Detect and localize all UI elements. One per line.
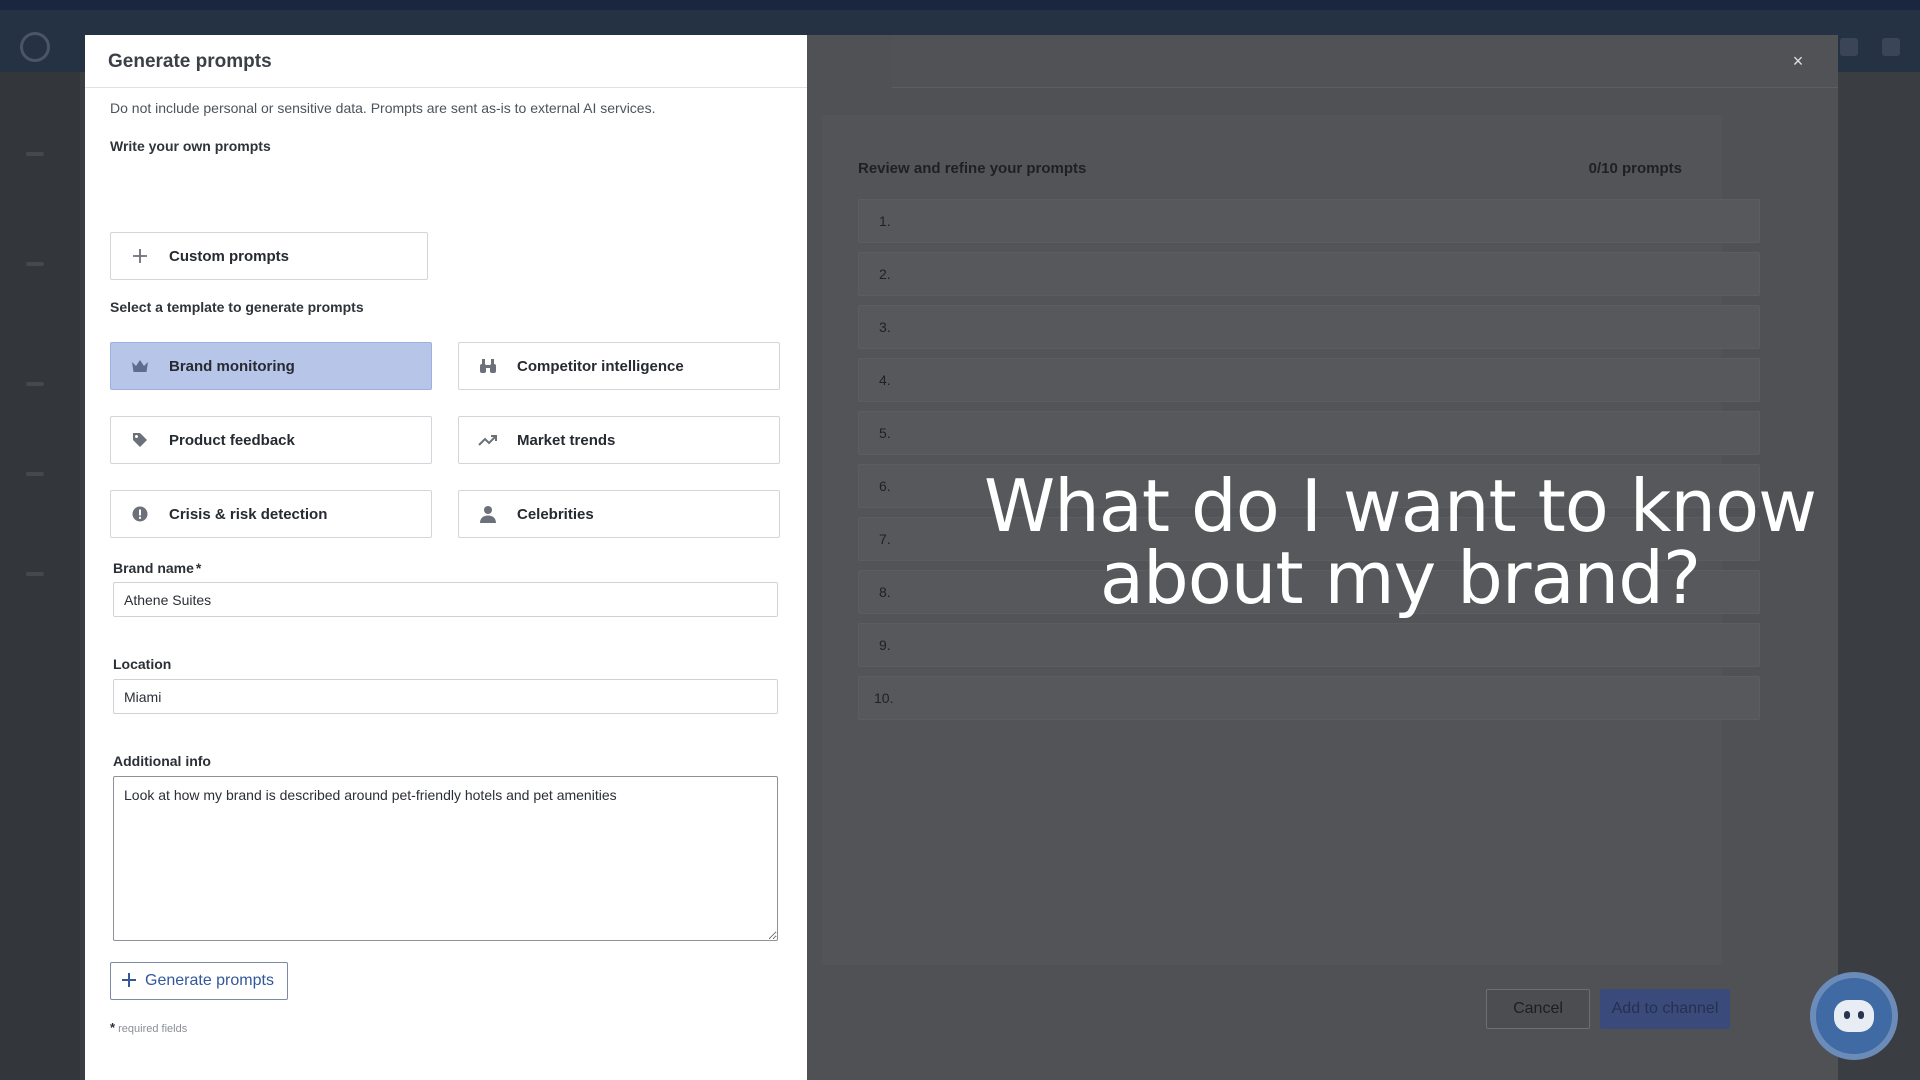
privacy-notice: Do not include personal or sensitive dat…	[110, 100, 656, 116]
plus-icon	[121, 970, 137, 992]
template-label: Market trends	[517, 431, 616, 449]
prompt-row-4[interactable]: 4.	[858, 358, 1760, 402]
review-title: Review and refine your prompts	[858, 160, 1087, 177]
overlay-line-2: about my brand?	[1099, 536, 1701, 620]
prompt-number: 10.	[874, 690, 894, 706]
template-label: Brand monitoring	[169, 357, 295, 375]
topbar-icon	[1840, 38, 1858, 56]
prompt-number: 3.	[879, 319, 891, 335]
required-mark: *	[195, 560, 202, 576]
template-brand-monitoring[interactable]: Brand monitoring	[110, 342, 432, 390]
prompt-number: 8.	[879, 584, 891, 600]
template-label: Crisis & risk detection	[169, 505, 328, 523]
app-sidebar	[0, 72, 80, 1080]
prompt-count: 0/10 prompts	[1588, 160, 1682, 177]
overlay-caption: What do I want to know about my brand?	[890, 470, 1910, 614]
modal-header: Generate prompts	[85, 35, 807, 88]
template-label: Celebrities	[517, 505, 594, 523]
chat-assistant-button[interactable]	[1810, 972, 1898, 1060]
prompt-row-5[interactable]: 5.	[858, 411, 1760, 455]
prompt-number: 9.	[879, 637, 891, 653]
prompt-number: 2.	[879, 266, 891, 282]
add-to-channel-button[interactable]: Add to channel	[1600, 989, 1730, 1029]
prompt-number: 6.	[879, 478, 891, 494]
close-icon[interactable]: ×	[1786, 49, 1810, 73]
generate-form-panel: Generate prompts Do not include personal…	[85, 35, 807, 1080]
sidebar-icon	[26, 572, 44, 576]
prompt-row-3[interactable]: 3.	[858, 305, 1760, 349]
template-product-feedback[interactable]: Product feedback	[110, 416, 432, 464]
overlay-line-1: What do I want to know	[983, 464, 1817, 548]
sidebar-icon	[26, 262, 44, 266]
topbar-icon	[1882, 38, 1900, 56]
generate-prompts-button[interactable]: Generate prompts	[110, 962, 288, 1000]
custom-prompts-button[interactable]: Custom prompts	[110, 232, 428, 280]
prompt-row-9[interactable]: 9.	[858, 623, 1760, 667]
crown-icon	[111, 359, 169, 373]
prompt-row-2[interactable]: 2.	[858, 252, 1760, 296]
template-crisis-risk-detection[interactable]: Crisis & risk detection	[110, 490, 432, 538]
required-mark: *	[110, 1020, 116, 1035]
prompt-row-10[interactable]: 10.	[858, 676, 1760, 720]
trending-up-icon	[459, 433, 517, 447]
location-input[interactable]	[113, 679, 778, 714]
cancel-button[interactable]: Cancel	[1486, 989, 1590, 1029]
custom-prompts-label: Custom prompts	[169, 247, 289, 265]
additional-info-textarea[interactable]: Look at how my brand is described around…	[113, 776, 778, 941]
prompt-number: 4.	[879, 372, 891, 388]
template-competitor-intelligence[interactable]: Competitor intelligence	[458, 342, 780, 390]
prompt-number: 1.	[879, 213, 891, 229]
required-note-text: required fields	[118, 1023, 188, 1035]
sidebar-icon	[26, 152, 44, 156]
modal-right-header: ×	[892, 35, 1838, 88]
plus-icon	[111, 248, 169, 264]
template-label: Competitor intelligence	[517, 357, 684, 375]
prompt-row-1[interactable]: 1.	[858, 199, 1760, 243]
additional-info-label: Additional info	[113, 753, 211, 769]
prompt-number: 5.	[879, 425, 891, 441]
alert-icon	[111, 506, 169, 522]
prompt-number: 7.	[879, 531, 891, 547]
template-label: Product feedback	[169, 431, 295, 449]
sidebar-icon	[26, 472, 44, 476]
person-icon	[459, 505, 517, 523]
tag-icon	[111, 432, 169, 448]
required-fields-note: * required fields	[110, 1020, 187, 1035]
template-title: Select a template to generate prompts	[110, 299, 364, 315]
binoculars-icon	[459, 358, 517, 374]
write-own-title: Write your own prompts	[110, 138, 271, 154]
template-market-trends[interactable]: Market trends	[458, 416, 780, 464]
robot-face-icon	[1834, 1000, 1874, 1032]
brand-name-label: Brand name *	[113, 560, 201, 576]
modal-title: Generate prompts	[108, 51, 272, 72]
template-celebrities[interactable]: Celebrities	[458, 490, 780, 538]
sidebar-icon	[26, 382, 44, 386]
generate-prompts-label: Generate prompts	[145, 972, 274, 989]
brand-name-input[interactable]	[113, 582, 778, 617]
app-logo	[20, 32, 50, 62]
brand-name-label-text: Brand name	[113, 560, 194, 576]
location-label: Location	[113, 656, 172, 672]
